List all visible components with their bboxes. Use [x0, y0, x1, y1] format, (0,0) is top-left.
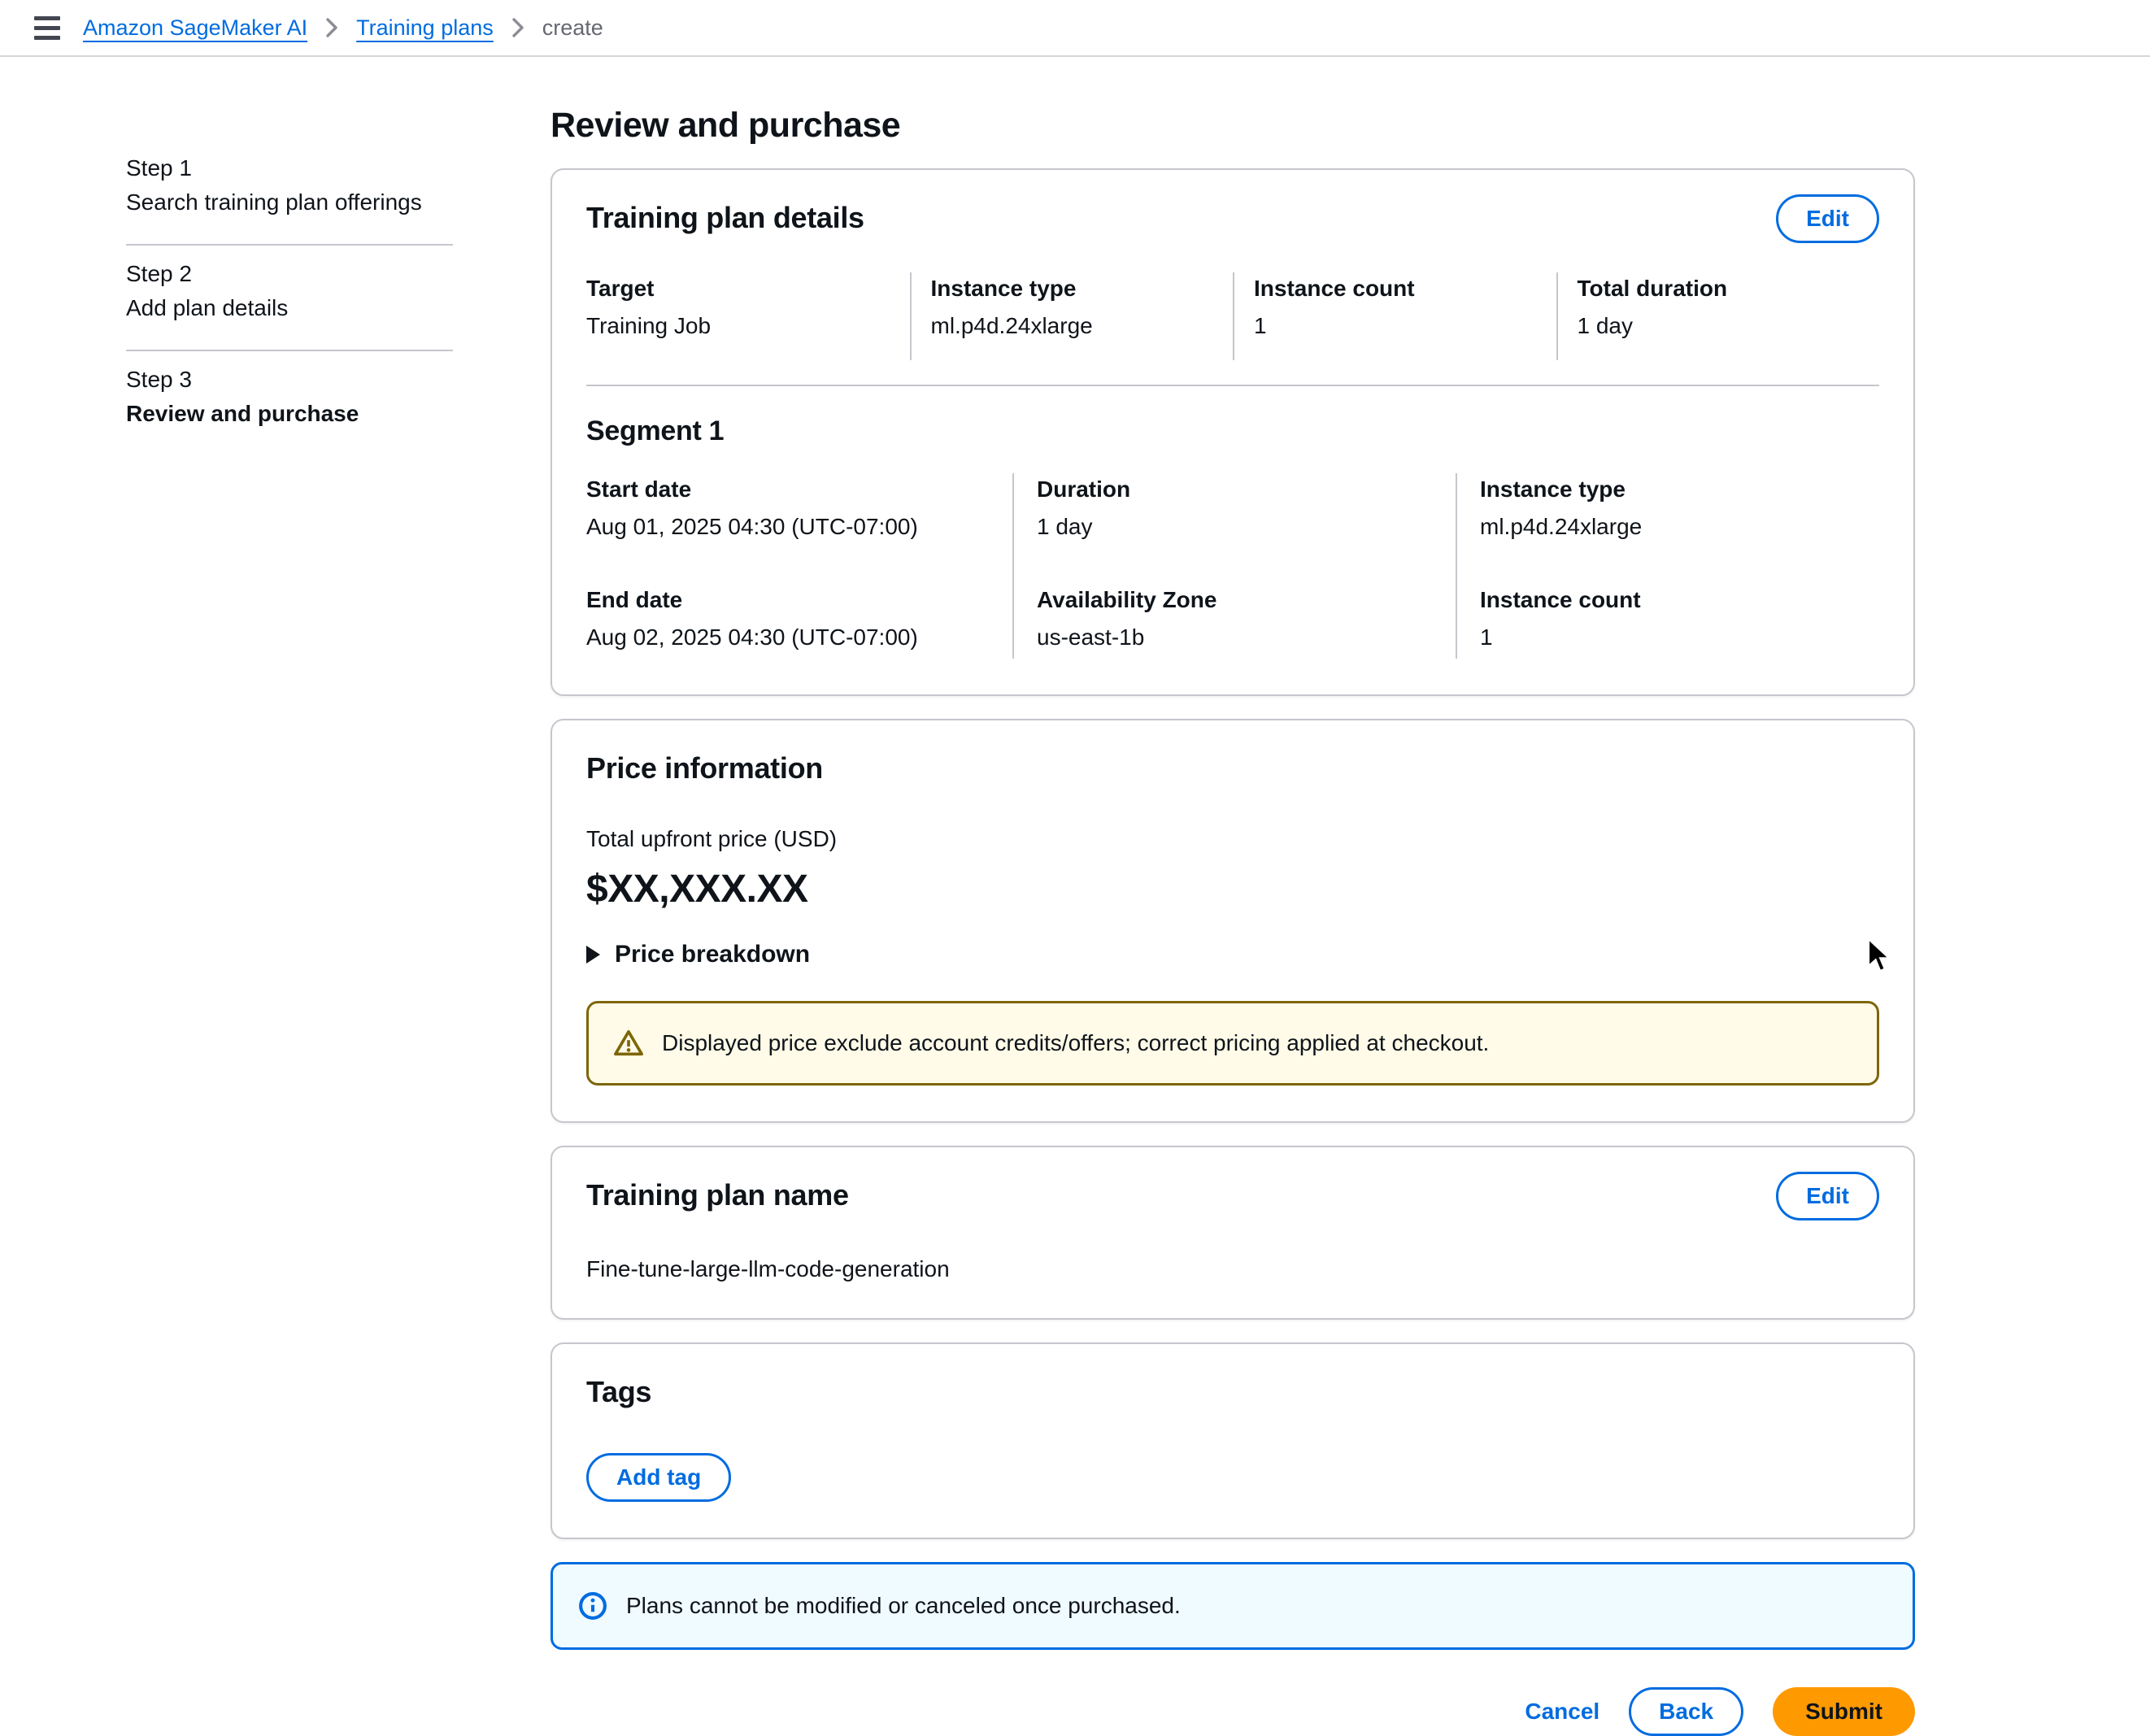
total-upfront-price-label: Total upfront price (USD)	[586, 826, 1879, 852]
field-label: Target	[586, 276, 894, 302]
price-warning-alert: Displayed price exclude account credits/…	[586, 1001, 1879, 1086]
total-upfront-price-value: $XX,XXX.XX	[586, 867, 1879, 912]
expand-triangle-icon	[586, 946, 600, 964]
field-value: 1 day	[1578, 313, 1864, 339]
field-label: Instance count	[1480, 587, 1860, 613]
card-title-training-plan-details: Training plan details	[586, 201, 864, 235]
field-value: Training Job	[586, 313, 894, 339]
step-number: Step 3	[126, 363, 453, 397]
field-segment-instance-type: Instance type ml.p4d.24xlarge	[1480, 476, 1860, 540]
segment-column-instance: Instance type ml.p4d.24xlarge Instance c…	[1456, 473, 1879, 659]
field-label: Instance type	[1480, 476, 1860, 503]
field-segment-instance-count: Instance count 1	[1480, 587, 1860, 650]
field-label: Instance count	[1254, 276, 1540, 302]
field-label: Duration	[1037, 476, 1436, 503]
tags-card: Tags Add tag	[551, 1342, 1915, 1539]
field-value: Aug 01, 2025 04:30 (UTC-07:00)	[586, 514, 993, 540]
field-value: Aug 02, 2025 04:30 (UTC-07:00)	[586, 624, 993, 650]
field-value: 1	[1254, 313, 1540, 339]
card-title-price-information: Price information	[586, 751, 1879, 785]
sidebar-step-3-current[interactable]: Step 3 Review and purchase	[126, 351, 453, 455]
step-title: Add plan details	[126, 291, 453, 325]
price-breakdown-expander[interactable]: Price breakdown	[586, 941, 810, 968]
breadcrumb-link-training-plans[interactable]: Training plans	[356, 15, 494, 41]
field-instance-type: Instance type ml.p4d.24xlarge	[910, 272, 1234, 360]
card-title-tags: Tags	[586, 1375, 1879, 1409]
training-plan-name-card: Training plan name Edit Fine-tune-large-…	[551, 1146, 1915, 1320]
breadcrumb: Amazon SageMaker AI Training plans creat…	[83, 15, 603, 41]
sidebar-step-1[interactable]: Step 1 Search training plan offerings	[126, 151, 453, 246]
field-end-date: End date Aug 02, 2025 04:30 (UTC-07:00)	[586, 587, 993, 650]
segment-1-title: Segment 1	[586, 416, 1879, 447]
field-total-duration: Total duration 1 day	[1556, 272, 1880, 360]
price-warning-text: Displayed price exclude account credits/…	[662, 1030, 1489, 1056]
add-tag-button[interactable]: Add tag	[586, 1453, 731, 1502]
field-value: ml.p4d.24xlarge	[931, 313, 1217, 339]
wizard-footer-actions: Cancel Back Submit	[551, 1687, 1915, 1736]
segment-column-duration-az: Duration 1 day Availability Zone us-east…	[1012, 473, 1456, 659]
field-start-date: Start date Aug 01, 2025 04:30 (UTC-07:00…	[586, 476, 993, 540]
chevron-right-icon	[510, 15, 526, 41]
training-plan-name-value: Fine-tune-large-llm-code-generation	[586, 1256, 1879, 1282]
step-number: Step 2	[126, 257, 453, 291]
back-button[interactable]: Back	[1629, 1687, 1743, 1736]
warning-triangle-icon	[613, 1028, 644, 1059]
field-instance-count: Instance count 1	[1233, 272, 1556, 360]
breadcrumb-link-sagemaker[interactable]: Amazon SageMaker AI	[83, 15, 307, 41]
field-duration: Duration 1 day	[1037, 476, 1436, 540]
field-label: Availability Zone	[1037, 587, 1436, 613]
step-title: Search training plan offerings	[126, 185, 453, 220]
page-title: Review and purchase	[551, 106, 1915, 146]
details-fields-row: Target Training Job Instance type ml.p4d…	[586, 272, 1879, 360]
hamburger-menu-icon[interactable]	[34, 16, 60, 40]
top-navigation-bar: Amazon SageMaker AI Training plans creat…	[0, 0, 2150, 57]
edit-training-plan-name-button[interactable]: Edit	[1776, 1172, 1879, 1220]
edit-training-plan-details-button[interactable]: Edit	[1776, 194, 1879, 243]
field-target: Target Training Job	[586, 272, 910, 360]
field-label: End date	[586, 587, 993, 613]
step-number: Step 1	[126, 151, 453, 185]
field-value: ml.p4d.24xlarge	[1480, 514, 1860, 540]
training-plan-details-card: Training plan details Edit Target Traini…	[551, 168, 1915, 696]
field-value: 1	[1480, 624, 1860, 650]
segment-1-fields: Start date Aug 01, 2025 04:30 (UTC-07:00…	[586, 473, 1879, 659]
purchase-info-banner: Plans cannot be modified or canceled onc…	[551, 1562, 1915, 1650]
field-label: Total duration	[1578, 276, 1864, 302]
step-title: Review and purchase	[126, 397, 453, 431]
price-information-card: Price information Total upfront price (U…	[551, 719, 1915, 1123]
field-value: us-east-1b	[1037, 624, 1436, 650]
chevron-right-icon	[324, 15, 340, 41]
field-availability-zone: Availability Zone us-east-1b	[1037, 587, 1436, 650]
sidebar-step-2[interactable]: Step 2 Add plan details	[126, 246, 453, 351]
field-label: Instance type	[931, 276, 1217, 302]
submit-button[interactable]: Submit	[1773, 1687, 1915, 1736]
section-divider	[586, 385, 1879, 386]
purchase-info-text: Plans cannot be modified or canceled onc…	[626, 1593, 1181, 1619]
wizard-steps-sidebar: Step 1 Search training plan offerings St…	[126, 151, 453, 455]
segment-column-dates: Start date Aug 01, 2025 04:30 (UTC-07:00…	[586, 473, 1012, 659]
card-title-training-plan-name: Training plan name	[586, 1178, 849, 1212]
field-label: Start date	[586, 476, 993, 503]
main-content: Review and purchase Training plan detail…	[551, 57, 1915, 1736]
info-circle-icon	[577, 1590, 608, 1621]
price-breakdown-label: Price breakdown	[615, 941, 810, 968]
breadcrumb-current-create: create	[542, 15, 603, 41]
field-value: 1 day	[1037, 514, 1436, 540]
